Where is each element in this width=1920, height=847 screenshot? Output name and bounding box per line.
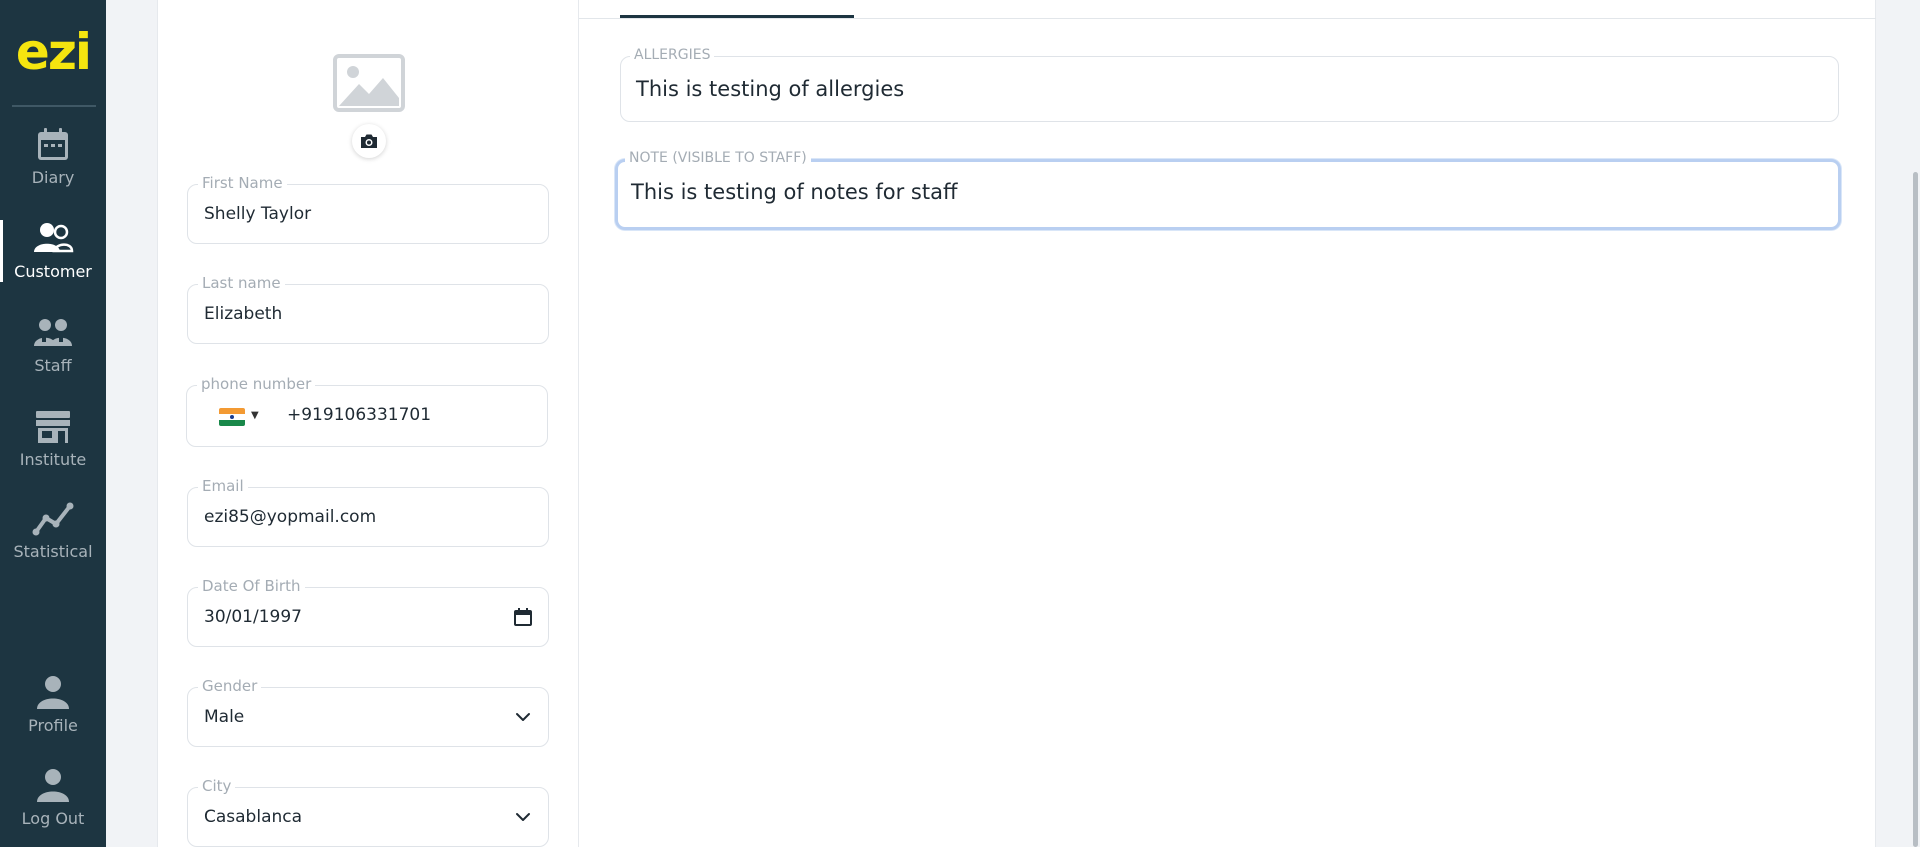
chevron-down-icon[interactable] — [514, 708, 532, 726]
date-of-birth-label: Date Of Birth — [198, 577, 305, 595]
gender-select[interactable]: Gender Male — [187, 677, 549, 747]
sidebar-item-profile[interactable]: Profile — [0, 674, 106, 752]
last-name-label: Last name — [198, 274, 285, 292]
tab-bar — [579, 0, 1876, 19]
calendar-icon[interactable] — [514, 608, 532, 626]
active-tab-indicator — [620, 15, 854, 18]
last-name-value: Elizabeth — [204, 304, 283, 324]
india-flag-icon[interactable] — [219, 408, 245, 426]
phone-number-field[interactable]: phone number ▼ +919106331701 — [186, 375, 548, 447]
sidebar-item-label: Log Out — [21, 809, 85, 828]
camera-icon — [361, 134, 377, 148]
first-name-field[interactable]: First Name Shelly Taylor — [187, 174, 549, 244]
user-icon — [37, 676, 69, 709]
sidebar: ezi Diary Customer Staff Institute Stati… — [0, 0, 106, 847]
staff-note-field[interactable]: NOTE (VISIBLE TO STAFF) This is testing … — [615, 150, 1841, 230]
country-dropdown-caret-icon[interactable]: ▼ — [251, 410, 259, 421]
first-name-label: First Name — [198, 174, 287, 192]
date-of-birth-field[interactable]: Date Of Birth 30/01/1997 — [187, 577, 549, 647]
sidebar-divider — [12, 105, 96, 107]
sidebar-item-institute[interactable]: Institute — [0, 408, 106, 486]
gender-value: Male — [204, 707, 245, 727]
sidebar-item-diary[interactable]: Diary — [0, 126, 106, 204]
first-name-value: Shelly Taylor — [204, 204, 312, 224]
sidebar-item-label: Profile — [28, 716, 78, 735]
email-field[interactable]: Email ezi85@yopmail.com — [187, 477, 549, 547]
sidebar-item-staff[interactable]: Staff — [0, 314, 106, 392]
app-logo[interactable]: ezi — [0, 22, 106, 82]
phone-number-value: +919106331701 — [287, 405, 432, 425]
last-name-field[interactable]: Last name Elizabeth — [187, 274, 549, 344]
sidebar-item-statistical[interactable]: Statistical — [0, 500, 106, 578]
city-label: City — [198, 777, 236, 795]
users-icon — [34, 223, 74, 253]
allergies-label: ALLERGIES — [630, 47, 715, 63]
sidebar-item-label: Customer — [14, 262, 92, 281]
email-value: ezi85@yopmail.com — [204, 507, 377, 527]
staff-note-label: NOTE (VISIBLE TO STAFF) — [625, 150, 811, 166]
customer-form-card: First Name Shelly Taylor Last name Eliza… — [157, 0, 579, 847]
sidebar-item-label: Diary — [31, 168, 75, 187]
sidebar-item-label: Statistical — [13, 542, 93, 561]
image-placeholder-icon[interactable] — [333, 54, 405, 112]
sidebar-item-label: Institute — [19, 450, 87, 469]
user-icon — [37, 769, 69, 802]
phone-number-label: phone number — [197, 375, 316, 393]
email-label: Email — [198, 477, 248, 495]
notes-panel: ALLERGIES This is testing of allergies N… — [579, 0, 1876, 847]
calendar-icon — [38, 128, 68, 160]
chevron-down-icon[interactable] — [514, 808, 532, 826]
date-of-birth-value: 30/01/1997 — [204, 607, 302, 627]
upload-photo-button[interactable] — [352, 124, 386, 158]
sidebar-item-label: Staff — [34, 356, 72, 375]
allergies-value: This is testing of allergies — [636, 77, 905, 101]
staff-note-value: This is testing of notes for staff — [631, 180, 958, 204]
page-scrollbar-thumb[interactable] — [1913, 172, 1918, 847]
allergies-field[interactable]: ALLERGIES This is testing of allergies — [620, 47, 1839, 122]
city-value: Casablanca — [204, 807, 303, 827]
sidebar-item-customer[interactable]: Customer — [0, 220, 106, 298]
staff-icon — [34, 319, 72, 346]
gender-label: Gender — [198, 677, 262, 695]
store-icon — [36, 411, 70, 443]
city-select[interactable]: City Casablanca — [187, 777, 549, 847]
sidebar-item-logout[interactable]: Log Out — [0, 767, 106, 845]
chart-line-icon — [32, 502, 74, 536]
